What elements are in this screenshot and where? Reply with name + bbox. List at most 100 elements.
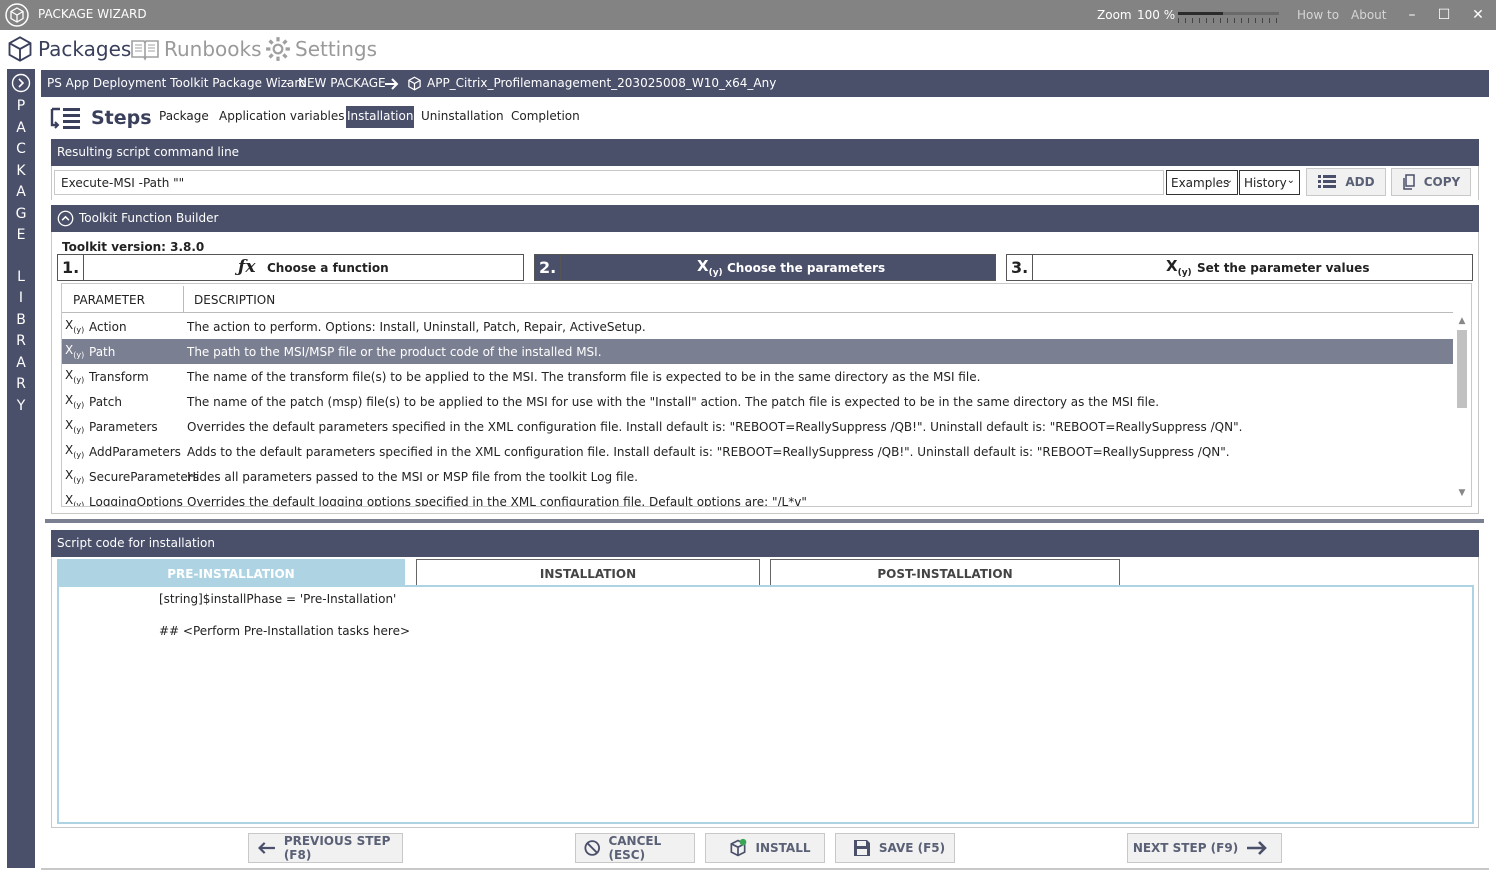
scroll-up-icon[interactable]: ▲ — [1456, 316, 1468, 326]
zoom-slider-fill — [1178, 12, 1224, 15]
grid-scrollbar[interactable]: ▲ ▼ — [1456, 316, 1468, 506]
wizard-step-choose-parameters[interactable]: 2. X(y) Choose the parameters — [534, 254, 996, 281]
parameter-xy-icon: X(y) — [65, 443, 85, 460]
command-line-header: Resulting script command line — [51, 139, 1479, 166]
parameter-name: Path — [89, 345, 116, 359]
column-divider[interactable] — [183, 286, 184, 312]
parameter-row[interactable]: X(y) SecureParameters Hides all parameters… — [62, 464, 1453, 489]
cancel-label: CANCEL (ESC) — [608, 834, 662, 862]
parameter-row[interactable]: X(y) Patch The name of the patch (msp) fil… — [62, 389, 1453, 414]
title-bar: PACKAGE WIZARD Zoom 100 % How to About –… — [0, 0, 1496, 30]
previous-step-label: PREVIOUS STEP (F8) — [283, 834, 391, 862]
steps-list-icon — [50, 107, 80, 129]
gear-icon — [266, 37, 290, 61]
copy-button[interactable]: COPY — [1391, 168, 1471, 196]
expand-chevron-icon[interactable] — [11, 73, 31, 93]
package-icon — [8, 36, 32, 62]
install-label: INSTALL — [755, 841, 811, 855]
install-package-icon — [730, 838, 746, 857]
package-library-bar[interactable]: P A C K A G E L I B R A R Y — [7, 69, 35, 868]
tab-post-installation[interactable]: POST-INSTALLATION — [770, 559, 1120, 585]
library-letter: R — [16, 333, 26, 349]
nav-settings-label: Settings — [295, 37, 378, 61]
minimize-button[interactable]: – — [1402, 5, 1422, 25]
scroll-down-icon[interactable]: ▼ — [1456, 488, 1468, 498]
script-editor[interactable]: [string]$installPhase = 'Pre-Installatio… — [57, 585, 1474, 824]
library-letter: B — [16, 312, 26, 328]
nav-runbooks-label: Runbooks — [164, 37, 262, 61]
tab-uninstallation[interactable]: Uninstallation — [420, 106, 505, 128]
library-letter: P — [16, 98, 26, 114]
examples-dropdown-label: Examples — [1171, 176, 1230, 190]
tab-pre-installation[interactable]: PRE-INSTALLATION — [57, 559, 405, 585]
parameter-grid: PARAMETER DESCRIPTION X(y) Action The acti… — [61, 283, 1472, 507]
parameter-row[interactable]: X(y) Parameters Overrides the default para… — [62, 414, 1453, 439]
zoom-slider[interactable] — [1178, 9, 1279, 25]
library-letter: C — [16, 141, 26, 157]
grid-header: PARAMETER DESCRIPTION — [62, 284, 1453, 313]
tab-installation-script[interactable]: INSTALLATION — [416, 559, 760, 585]
library-letter: I — [18, 290, 24, 306]
parameter-xy-icon: X(y) — [65, 343, 85, 360]
parameter-row[interactable]: X(y) AddParameters Adds to the default par… — [62, 439, 1453, 464]
examples-dropdown[interactable]: Examples ⌄ — [1166, 170, 1238, 195]
nav-packages[interactable]: Packages — [6, 34, 131, 64]
wizard-step-set-values[interactable]: 3. X(y) Set the parameter values — [1006, 254, 1473, 281]
add-button-label: ADD — [1345, 175, 1375, 189]
close-button[interactable]: ✕ — [1468, 5, 1488, 25]
how-to-link[interactable]: How to — [1297, 8, 1339, 22]
about-link[interactable]: About — [1351, 8, 1386, 22]
package-app-icon — [5, 3, 29, 27]
scroll-thumb[interactable] — [1457, 330, 1467, 408]
install-button[interactable]: INSTALL — [705, 833, 825, 863]
step-number: 1. — [58, 255, 84, 280]
package-name: APP_Citrix_Profilemanagement_203025008_W… — [427, 76, 777, 90]
wizard-header: PS App Deployment Toolkit Package Wizard… — [41, 70, 1489, 97]
parameter-name: AddParameters — [89, 445, 181, 459]
collapse-chevron-icon[interactable] — [57, 210, 74, 227]
function-builder-header[interactable]: Toolkit Function Builder — [51, 205, 1479, 232]
cancel-icon — [584, 840, 600, 856]
previous-step-button[interactable]: PREVIOUS STEP (F8) — [248, 833, 403, 863]
tab-completion[interactable]: Completion — [510, 106, 581, 128]
parameter-row[interactable]: X(y) Action The action to perform. Options… — [62, 314, 1453, 339]
tab-package[interactable]: Package — [158, 106, 210, 128]
parameter-row[interactable]: X(y) LoggingOptions Overrides the default … — [62, 489, 1453, 507]
zoom-slider-ticks — [1178, 18, 1279, 23]
tab-installation[interactable]: Installation — [346, 106, 415, 128]
main-nav: Packages Runbooks Settings — [0, 32, 1496, 66]
parameter-xy-icon: X(y) — [65, 468, 85, 485]
step-number: 2. — [535, 255, 561, 280]
command-line-input[interactable]: Execute-MSI -Path "" — [54, 170, 1164, 195]
save-button[interactable]: SAVE (F5) — [835, 833, 955, 863]
zoom-value: 100 % — [1137, 8, 1176, 22]
add-button[interactable]: ADD — [1306, 168, 1386, 196]
parameter-row[interactable]: X(y) Path The path to the MSI/MSP file or … — [62, 339, 1453, 364]
steps-bar: Steps Package Application variables Inst… — [41, 100, 1489, 136]
parameter-name: LoggingOptions — [89, 495, 183, 507]
col-parameter[interactable]: PARAMETER — [73, 293, 145, 307]
tab-application-variables[interactable]: Application variables — [218, 106, 346, 128]
wizard-step-choose-function[interactable]: 1. ƒx Choose a function — [57, 254, 524, 281]
step-label: Set the parameter values — [1197, 261, 1370, 275]
script-code-title: Script code for installation — [57, 536, 215, 550]
window-title: PACKAGE WIZARD — [38, 7, 147, 21]
history-dropdown-label: History — [1244, 176, 1287, 190]
library-letter: K — [16, 163, 26, 179]
parameter-description: Overrides the default logging options sp… — [187, 495, 807, 507]
history-dropdown[interactable]: History ⌄ — [1239, 170, 1300, 195]
nav-runbooks[interactable]: Runbooks — [130, 34, 262, 64]
maximize-button[interactable]: ☐ — [1434, 5, 1454, 25]
col-description[interactable]: DESCRIPTION — [194, 293, 275, 307]
panel-splitter[interactable] — [45, 519, 1484, 523]
nav-settings[interactable]: Settings — [265, 34, 377, 64]
cancel-button[interactable]: CANCEL (ESC) — [575, 833, 695, 863]
header-separator: - — [286, 76, 291, 90]
parameter-row[interactable]: X(y) Transform The name of the transform f… — [62, 364, 1453, 389]
library-letter: A — [16, 355, 26, 371]
function-builder-title: Toolkit Function Builder — [79, 211, 219, 225]
step-label: Choose a function — [267, 261, 389, 275]
chevron-down-icon: ⌄ — [1224, 175, 1233, 186]
next-step-button[interactable]: NEXT STEP (F9) — [1127, 833, 1282, 863]
parameter-name: Transform — [89, 370, 149, 384]
